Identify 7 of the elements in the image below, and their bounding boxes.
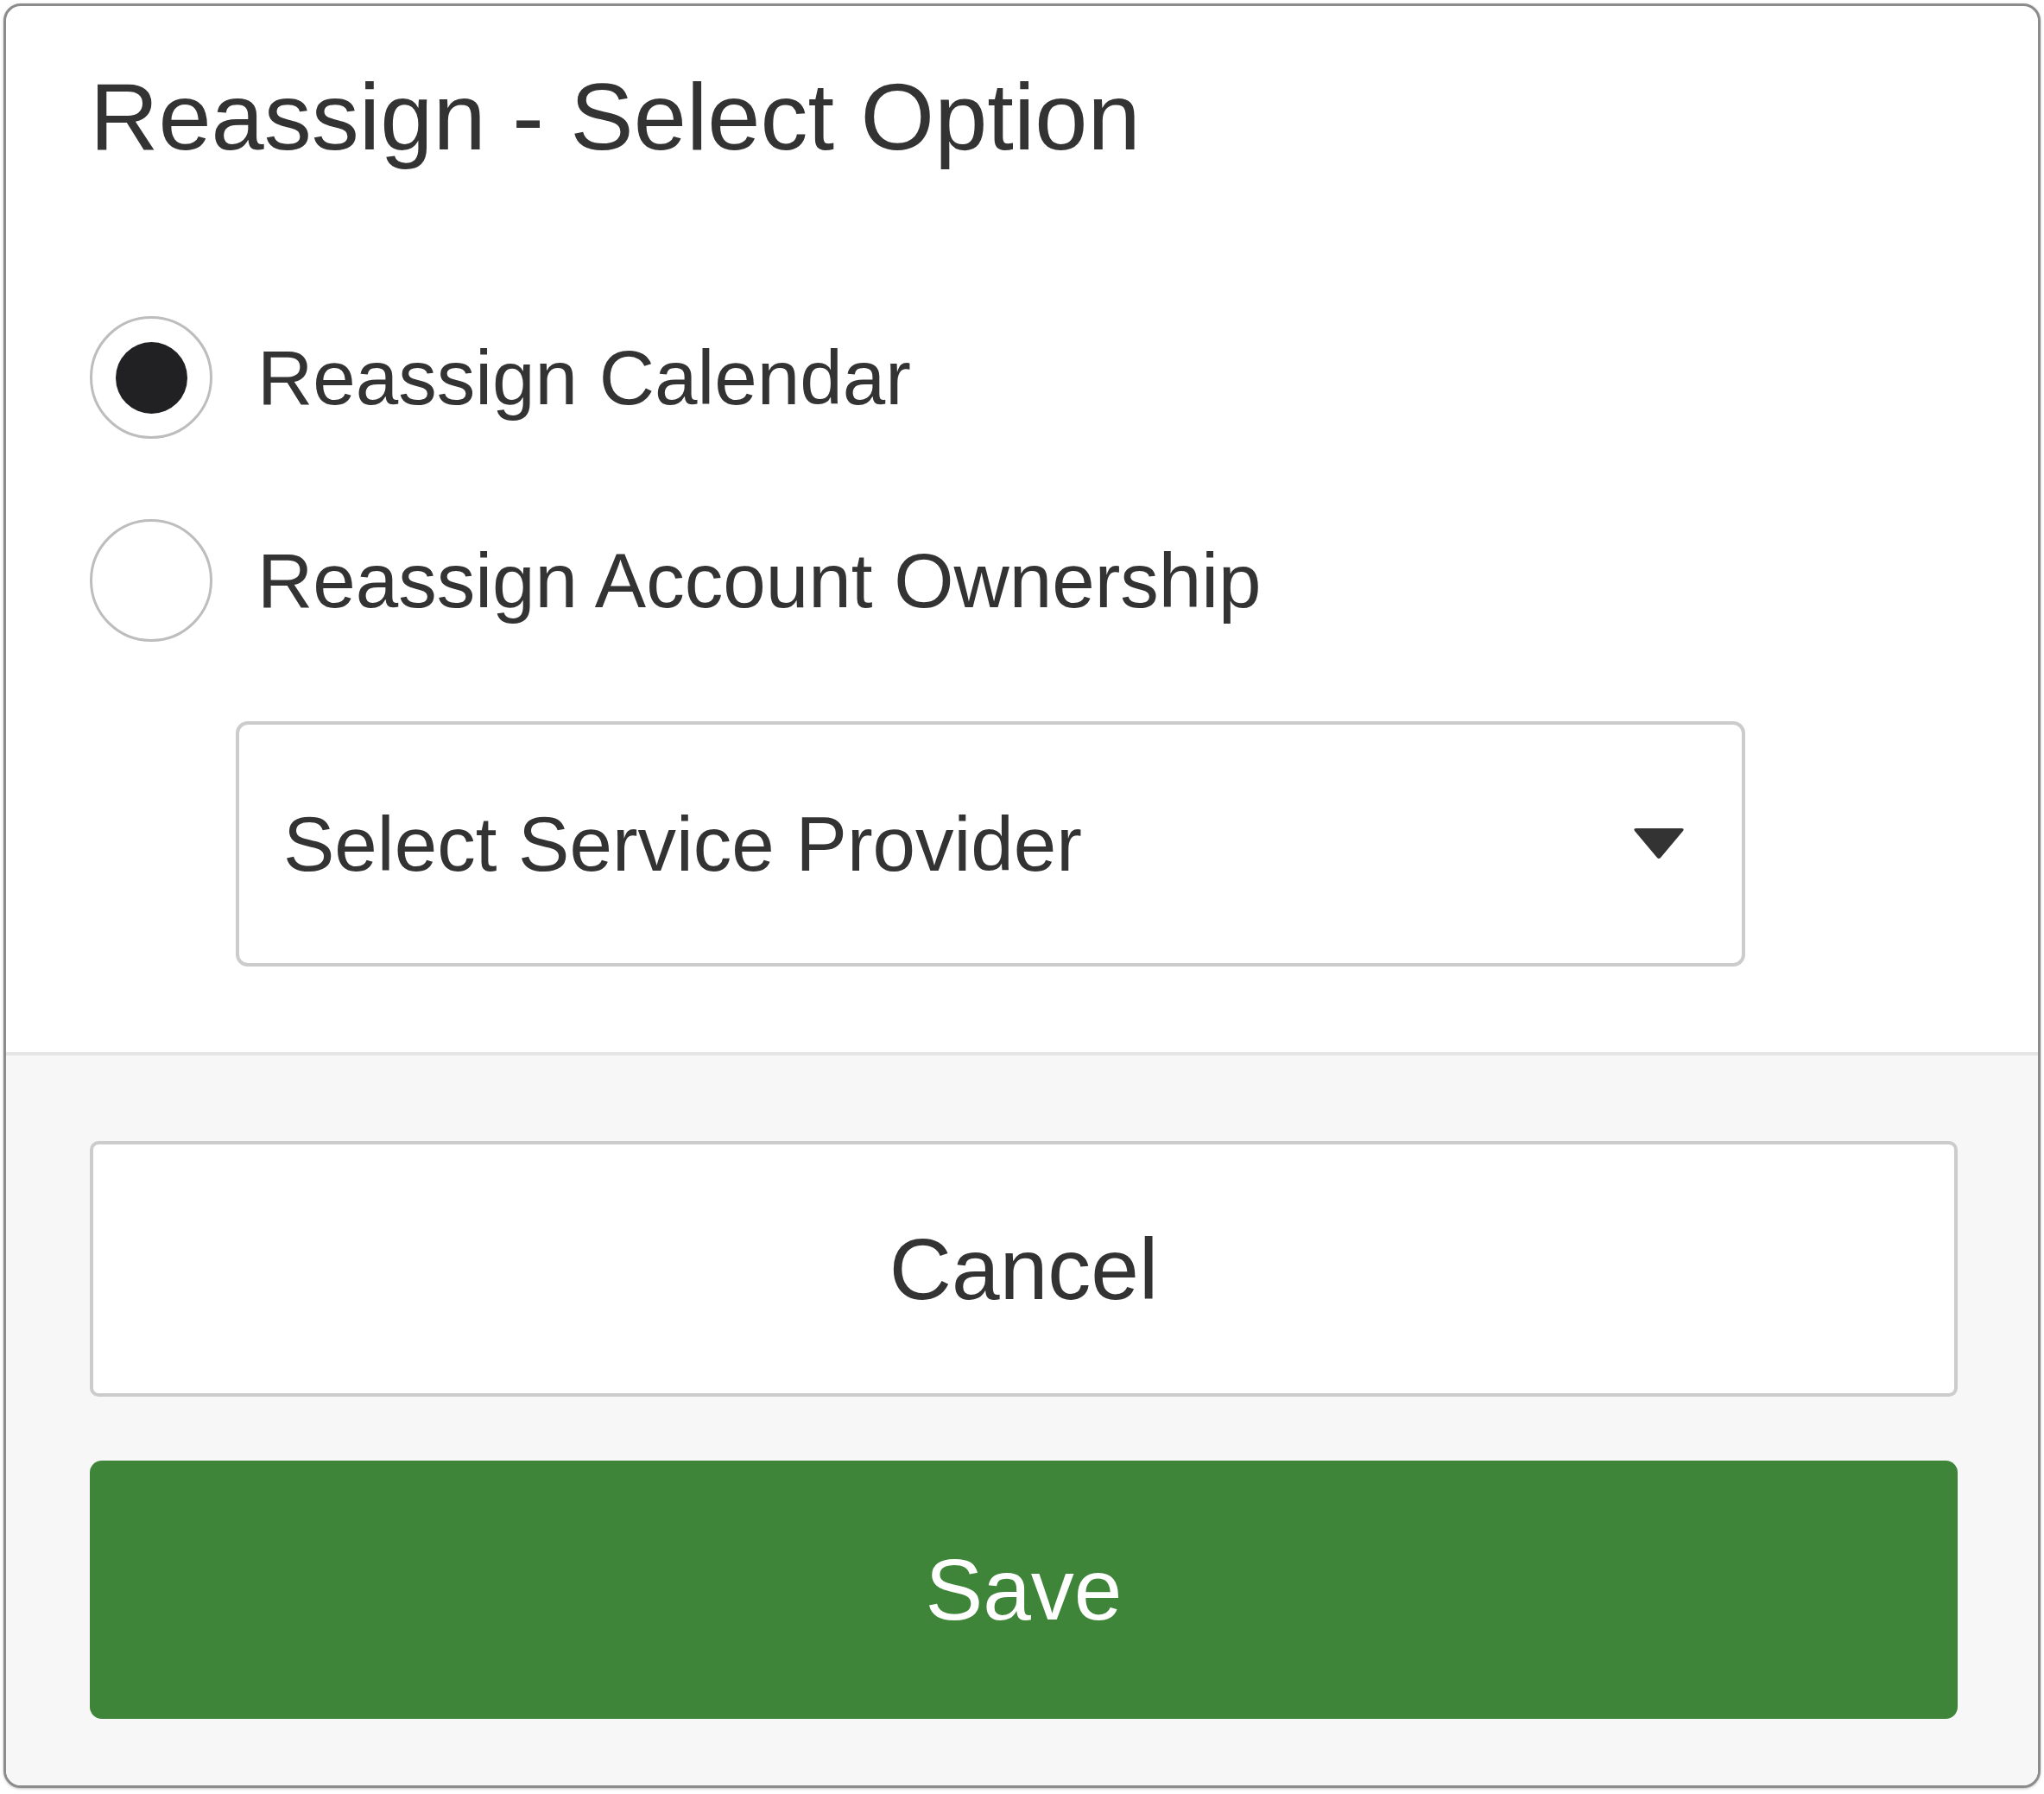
radio-label[interactable]: Reassign Account Ownership: [257, 536, 1262, 625]
radio-label[interactable]: Reassign Calendar: [257, 333, 911, 422]
caret-down-icon: [1633, 828, 1685, 859]
cancel-button[interactable]: Cancel: [90, 1141, 1958, 1397]
service-provider-select[interactable]: Select Service Provider: [236, 721, 1745, 967]
dialog-title: Reassign - Select Option: [90, 62, 1141, 171]
save-button[interactable]: Save: [90, 1461, 1958, 1719]
